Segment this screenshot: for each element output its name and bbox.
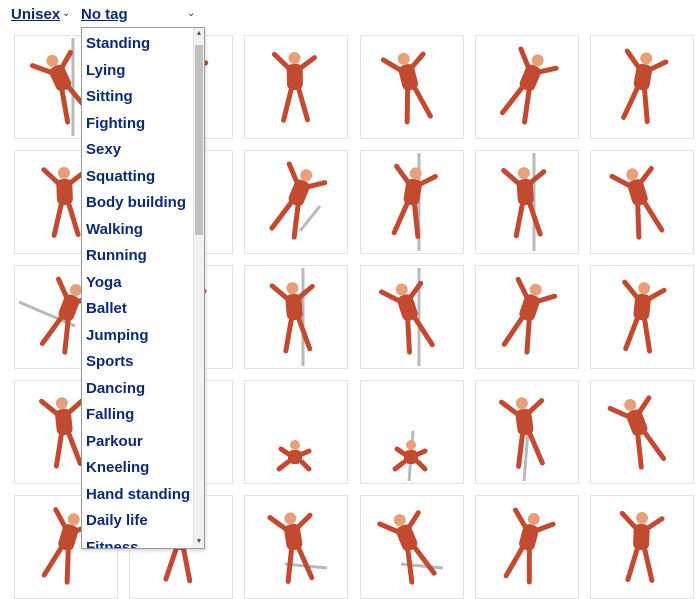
muscle-anatomy-figure-icon — [609, 165, 665, 240]
scroll-down-arrow-icon[interactable]: ▼ — [194, 536, 204, 548]
pose-thumbnail[interactable] — [244, 495, 348, 599]
scroll-up-arrow-icon[interactable]: ▲ — [194, 28, 204, 40]
muscle-anatomy-figure-icon — [501, 276, 558, 355]
tag-options: Standing Lying Sitting Fighting Sexy Squattin… — [82, 31, 194, 549]
pose-thumbnail[interactable] — [475, 35, 579, 139]
tag-option[interactable]: Walking — [82, 217, 194, 244]
tag-option[interactable]: Parkour — [82, 429, 194, 456]
gender-filter-label: Unisex — [11, 6, 61, 23]
pose-thumbnail[interactable] — [360, 380, 464, 484]
tag-option[interactable]: Ballet — [82, 296, 194, 323]
muscle-anatomy-figure-icon — [380, 51, 433, 125]
pose-thumbnail[interactable] — [244, 150, 348, 254]
dropdown-scrollbar[interactable]: ▲ ▼ — [193, 28, 204, 548]
pose-thumbnail[interactable] — [475, 495, 579, 599]
muscle-anatomy-figure-icon — [607, 395, 667, 470]
pose-thumbnail[interactable] — [244, 265, 348, 369]
muscle-anatomy-figure-icon — [499, 46, 559, 125]
tag-option[interactable]: Jumping — [82, 323, 194, 350]
pose-thumbnail[interactable] — [360, 265, 464, 369]
muscle-anatomy-figure-icon — [271, 51, 317, 123]
tag-option[interactable]: Lying — [82, 58, 194, 85]
tag-option[interactable]: Fitness — [82, 535, 194, 549]
tag-option[interactable]: Dancing — [82, 376, 194, 403]
chevron-down-icon: ⌄ — [62, 8, 71, 19]
tag-filter[interactable]: No tag ⌄ — [81, 6, 196, 23]
chevron-down-icon: ⌄ — [187, 8, 196, 19]
pose-thumbnail[interactable] — [244, 35, 348, 139]
muscle-anatomy-figure-icon — [276, 440, 312, 472]
pose-thumbnail[interactable] — [475, 265, 579, 369]
muscle-anatomy-figure-icon — [503, 507, 556, 585]
muscle-anatomy-figure-icon — [378, 268, 435, 366]
muscle-anatomy-figure-icon — [267, 512, 328, 584]
scrollbar-thumb[interactable] — [195, 45, 203, 235]
tag-option[interactable]: Sitting — [82, 84, 194, 111]
tag-option[interactable]: Yoga — [82, 270, 194, 297]
pose-thumbnail[interactable] — [360, 150, 464, 254]
tag-option[interactable]: Squatting — [82, 164, 194, 191]
tag-option[interactable]: Standing — [82, 31, 194, 58]
pose-thumbnail[interactable] — [360, 495, 464, 599]
tag-option[interactable]: Falling — [82, 402, 194, 429]
pose-thumbnail[interactable] — [590, 35, 694, 139]
pose-thumbnail[interactable] — [590, 150, 694, 254]
muscle-anatomy-figure-icon — [498, 397, 545, 482]
tag-option[interactable]: Sports — [82, 349, 194, 376]
tag-filter-label: No tag — [81, 6, 128, 23]
pose-thumbnail[interactable] — [590, 495, 694, 599]
tag-dropdown-list[interactable]: Standing Lying Sitting Fighting Sexy Squattin… — [81, 27, 205, 549]
tag-option[interactable]: Sexy — [82, 137, 194, 164]
muscle-anatomy-figure-icon — [392, 430, 428, 482]
filter-bar: Unisex ⌄ No tag ⌄ — [0, 0, 700, 30]
muscle-anatomy-figure-icon — [269, 268, 315, 366]
pose-thumbnail[interactable] — [475, 380, 579, 484]
muscle-anatomy-figure-icon — [619, 510, 665, 583]
muscle-anatomy-figure-icon — [391, 153, 438, 251]
pose-thumbnail[interactable] — [475, 150, 579, 254]
pose-thumbnail[interactable] — [590, 265, 694, 369]
tag-option[interactable]: Kneeling — [82, 455, 194, 482]
tag-option[interactable]: Running — [82, 243, 194, 270]
gender-filter[interactable]: Unisex ⌄ — [11, 6, 70, 23]
tag-option[interactable]: Body building — [82, 190, 194, 217]
pose-thumbnail[interactable] — [590, 380, 694, 484]
pose-thumbnail[interactable] — [360, 35, 464, 139]
muscle-anatomy-figure-icon — [621, 48, 669, 125]
tag-option[interactable]: Hand standing — [82, 482, 194, 509]
pose-thumbnail[interactable] — [244, 380, 348, 484]
muscle-anatomy-figure-icon — [269, 161, 328, 240]
muscle-anatomy-figure-icon — [377, 510, 444, 585]
tag-option[interactable]: Fighting — [82, 111, 194, 138]
muscle-anatomy-figure-icon — [501, 153, 547, 251]
tag-option[interactable]: Daily life — [82, 508, 194, 535]
muscle-anatomy-figure-icon — [622, 279, 667, 354]
